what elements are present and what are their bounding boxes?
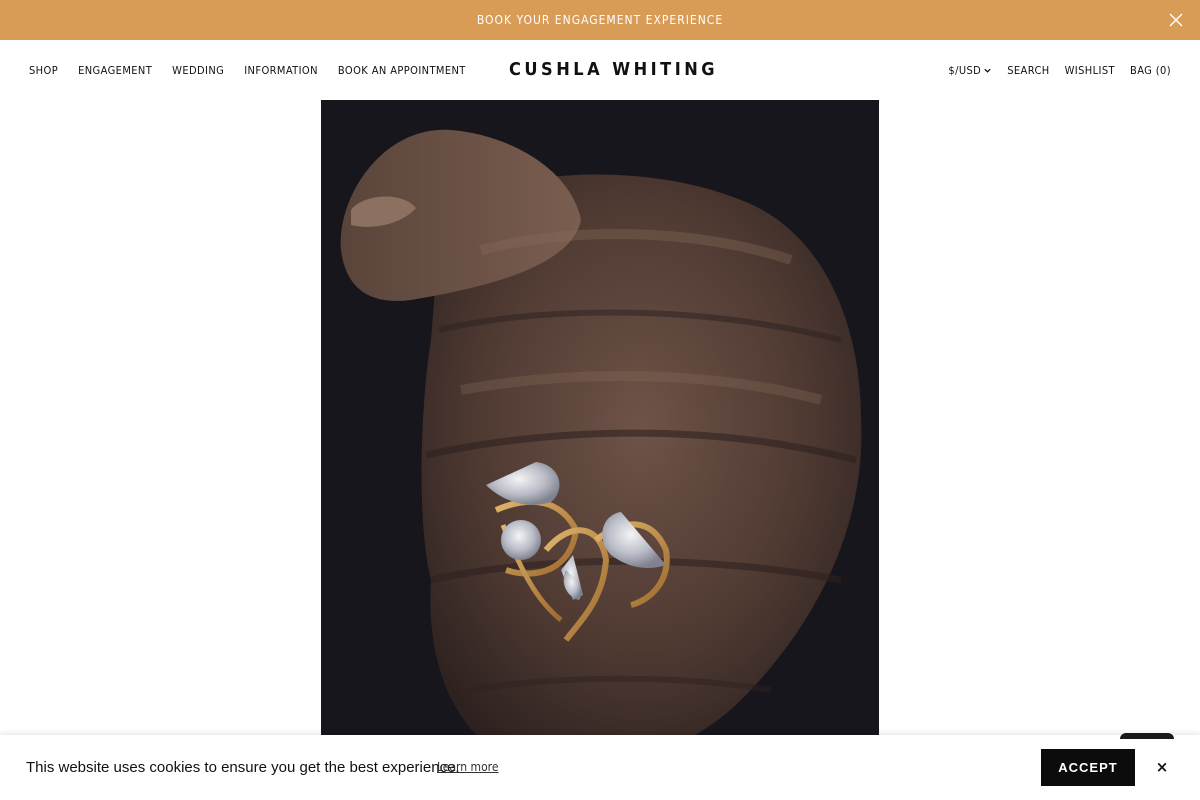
hero-image <box>321 100 879 800</box>
nav-information[interactable]: INFORMATION <box>244 64 318 77</box>
learn-more-link[interactable]: Learn more <box>437 760 499 774</box>
fist-rings-photo <box>321 100 879 800</box>
utility-nav: $/USD SEARCH WISHLIST BAG (0) <box>948 40 1171 100</box>
nav-shop[interactable]: SHOP <box>29 64 58 77</box>
nav-engagement[interactable]: ENGAGEMENT <box>78 64 152 77</box>
close-icon[interactable] <box>1168 12 1184 28</box>
currency-selector[interactable]: $/USD <box>948 64 992 77</box>
nav-book-appointment[interactable]: BOOK AN APPOINTMENT <box>338 64 466 77</box>
announcement-text[interactable]: BOOK YOUR ENGAGEMENT EXPERIENCE <box>477 13 723 27</box>
chat-widget-icon[interactable] <box>1120 733 1174 739</box>
nav-search[interactable]: SEARCH <box>1007 64 1049 77</box>
primary-nav: SHOP ENGAGEMENT WEDDING INFORMATION BOOK… <box>29 40 466 100</box>
cookie-message: This website uses cookies to ensure you … <box>26 759 460 776</box>
nav-wishlist[interactable]: WISHLIST <box>1065 64 1115 77</box>
brand-logo[interactable]: CUSHLA WHITING <box>509 59 718 80</box>
currency-label: $/USD <box>948 63 982 77</box>
nav-wedding[interactable]: WEDDING <box>172 64 224 77</box>
chevron-down-icon <box>984 68 991 73</box>
accept-cookies-button[interactable]: ACCEPT <box>1041 749 1135 786</box>
site-header: SHOP ENGAGEMENT WEDDING INFORMATION BOOK… <box>0 40 1200 100</box>
nav-bag[interactable]: BAG (0) <box>1130 64 1171 77</box>
close-icon[interactable]: × <box>1153 757 1171 777</box>
cookie-banner: This website uses cookies to ensure you … <box>0 735 1200 800</box>
announcement-bar[interactable]: BOOK YOUR ENGAGEMENT EXPERIENCE <box>0 0 1200 40</box>
